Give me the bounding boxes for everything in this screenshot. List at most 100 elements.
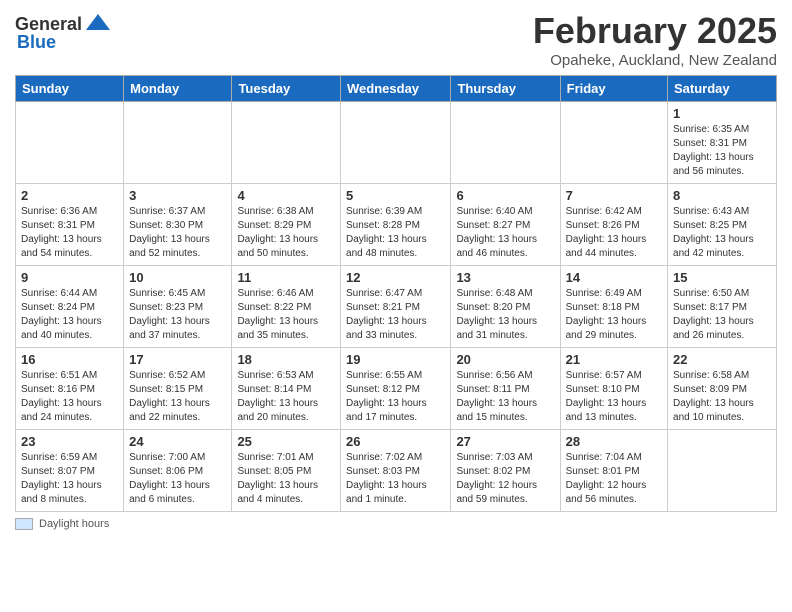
calendar-cell: 7Sunrise: 6:42 AM Sunset: 8:26 PM Daylig… [560,184,667,266]
day-number: 3 [129,188,226,203]
calendar-cell: 5 Sunrise: 6:39 AM Sunset: 8:28 PM Daylig… [341,184,451,266]
legend-label: Daylight hours [39,518,109,530]
day-number: 15 [673,270,771,285]
header: General Blue February 2025 Opaheke, Auck… [15,10,777,69]
day-info: Sunrise: 6:58 AM Sunset: 8:09 PM Dayligh… [673,369,771,425]
calendar-cell: 9 Sunrise: 6:44 AM Sunset: 8:24 PM Daylig… [16,266,124,348]
day-info: Sunrise: 7:00 AM Sunset: 8:06 PM Dayligh… [129,451,226,507]
calendar-cell [232,102,341,184]
day-number: 16 [21,352,118,367]
logo-blue: Blue [17,32,56,53]
calendar-cell [668,430,777,512]
day-info: Sunrise: 6:52 AM Sunset: 8:15 PM Dayligh… [129,369,226,425]
calendar-week-5: 23 Sunrise: 6:59 AM Sunset: 8:07 PM Dayli… [16,430,777,512]
month-year-title: February 2025 [533,10,777,52]
calendar-cell: 24 Sunrise: 7:00 AM Sunset: 8:06 PM Dayli… [124,430,232,512]
day-info: Sunrise: 6:44 AM Sunset: 8:24 PM Dayligh… [21,287,118,343]
day-number: 5 [346,188,445,203]
day-number: 20 [456,352,554,367]
day-number: 4 [237,188,335,203]
weekday-header-tuesday: Tuesday [232,76,341,102]
calendar-cell: 22 Sunrise: 6:58 AM Sunset: 8:09 PM Dayli… [668,348,777,430]
day-number: 19 [346,352,445,367]
location-subtitle: Opaheke, Auckland, New Zealand [533,52,777,69]
day-info: Sunrise: 6:46 AM Sunset: 8:22 PM Dayligh… [237,287,335,343]
page: General Blue February 2025 Opaheke, Auck… [0,0,792,540]
day-info: Sunrise: 6:39 AM Sunset: 8:28 PM Dayligh… [346,205,445,261]
day-info: Sunrise: 7:02 AM Sunset: 8:03 PM Dayligh… [346,451,445,507]
day-number: 8 [673,188,771,203]
day-number: 21 [566,352,662,367]
day-number: 10 [129,270,226,285]
calendar-cell [560,102,667,184]
day-info: Sunrise: 6:51 AM Sunset: 8:16 PM Dayligh… [21,369,118,425]
day-info: Sunrise: 7:01 AM Sunset: 8:05 PM Dayligh… [237,451,335,507]
day-number: 14 [566,270,662,285]
calendar-cell: 12Sunrise: 6:47 AM Sunset: 8:21 PM Dayli… [341,266,451,348]
day-info: Sunrise: 6:50 AM Sunset: 8:17 PM Dayligh… [673,287,771,343]
calendar-cell [341,102,451,184]
calendar-cell: 10 Sunrise: 6:45 AM Sunset: 8:23 PM Dayli… [124,266,232,348]
logo-icon [84,10,112,38]
calendar-week-4: 16 Sunrise: 6:51 AM Sunset: 8:16 PM Dayli… [16,348,777,430]
day-info: Sunrise: 6:56 AM Sunset: 8:11 PM Dayligh… [456,369,554,425]
day-number: 23 [21,434,118,449]
calendar-cell: 27Sunrise: 7:03 AM Sunset: 8:02 PM Dayli… [451,430,560,512]
calendar-cell: 18 Sunrise: 6:53 AM Sunset: 8:14 PM Dayli… [232,348,341,430]
day-number: 28 [566,434,662,449]
day-info: Sunrise: 7:04 AM Sunset: 8:01 PM Dayligh… [566,451,662,507]
calendar-cell [124,102,232,184]
day-number: 9 [21,270,118,285]
day-info: Sunrise: 6:59 AM Sunset: 8:07 PM Dayligh… [21,451,118,507]
day-info: Sunrise: 6:53 AM Sunset: 8:14 PM Dayligh… [237,369,335,425]
day-number: 11 [237,270,335,285]
day-info: Sunrise: 6:43 AM Sunset: 8:25 PM Dayligh… [673,205,771,261]
calendar-cell: 21 Sunrise: 6:57 AM Sunset: 8:10 PM Dayli… [560,348,667,430]
weekday-header-saturday: Saturday [668,76,777,102]
day-info: Sunrise: 6:48 AM Sunset: 8:20 PM Dayligh… [456,287,554,343]
day-number: 6 [456,188,554,203]
day-info: Sunrise: 6:57 AM Sunset: 8:10 PM Dayligh… [566,369,662,425]
day-info: Sunrise: 6:37 AM Sunset: 8:30 PM Dayligh… [129,205,226,261]
day-info: Sunrise: 6:40 AM Sunset: 8:27 PM Dayligh… [456,205,554,261]
day-number: 26 [346,434,445,449]
logo: General Blue [15,10,112,53]
day-number: 27 [456,434,554,449]
day-info: Sunrise: 6:49 AM Sunset: 8:18 PM Dayligh… [566,287,662,343]
calendar-cell: 20 Sunrise: 6:56 AM Sunset: 8:11 PM Dayli… [451,348,560,430]
calendar-cell: 2Sunrise: 6:36 AM Sunset: 8:31 PM Daylig… [16,184,124,266]
day-number: 1 [673,106,771,121]
calendar-week-2: 2Sunrise: 6:36 AM Sunset: 8:31 PM Daylig… [16,184,777,266]
day-number: 7 [566,188,662,203]
day-number: 17 [129,352,226,367]
day-number: 25 [237,434,335,449]
calendar-cell: 14 Sunrise: 6:49 AM Sunset: 8:18 PM Dayli… [560,266,667,348]
weekday-header-thursday: Thursday [451,76,560,102]
calendar-cell [451,102,560,184]
day-info: Sunrise: 6:45 AM Sunset: 8:23 PM Dayligh… [129,287,226,343]
weekday-header-friday: Friday [560,76,667,102]
calendar-cell: 16 Sunrise: 6:51 AM Sunset: 8:16 PM Dayli… [16,348,124,430]
day-info: Sunrise: 6:35 AM Sunset: 8:31 PM Dayligh… [673,123,771,179]
calendar-cell: 4Sunrise: 6:38 AM Sunset: 8:29 PM Daylig… [232,184,341,266]
calendar-cell: 25 Sunrise: 7:01 AM Sunset: 8:05 PM Dayli… [232,430,341,512]
calendar-cell: 19Sunrise: 6:55 AM Sunset: 8:12 PM Dayli… [341,348,451,430]
day-number: 24 [129,434,226,449]
legend: Daylight hours [15,518,777,530]
day-info: Sunrise: 6:47 AM Sunset: 8:21 PM Dayligh… [346,287,445,343]
calendar-cell: 11 Sunrise: 6:46 AM Sunset: 8:22 PM Dayli… [232,266,341,348]
weekday-header-wednesday: Wednesday [341,76,451,102]
calendar-cell: 8 Sunrise: 6:43 AM Sunset: 8:25 PM Daylig… [668,184,777,266]
calendar-cell: 1 Sunrise: 6:35 AM Sunset: 8:31 PM Daylig… [668,102,777,184]
legend-box [15,518,33,530]
calendar-cell: 3 Sunrise: 6:37 AM Sunset: 8:30 PM Daylig… [124,184,232,266]
title-block: February 2025 Opaheke, Auckland, New Zea… [533,10,777,69]
calendar-cell: 28 Sunrise: 7:04 AM Sunset: 8:01 PM Dayli… [560,430,667,512]
calendar-cell: 15 Sunrise: 6:50 AM Sunset: 8:17 PM Dayli… [668,266,777,348]
day-info: Sunrise: 6:36 AM Sunset: 8:31 PM Dayligh… [21,205,118,261]
day-number: 22 [673,352,771,367]
day-number: 18 [237,352,335,367]
calendar-cell: 6 Sunrise: 6:40 AM Sunset: 8:27 PM Daylig… [451,184,560,266]
calendar-cell: 13Sunrise: 6:48 AM Sunset: 8:20 PM Dayli… [451,266,560,348]
calendar-cell: 17 Sunrise: 6:52 AM Sunset: 8:15 PM Dayli… [124,348,232,430]
